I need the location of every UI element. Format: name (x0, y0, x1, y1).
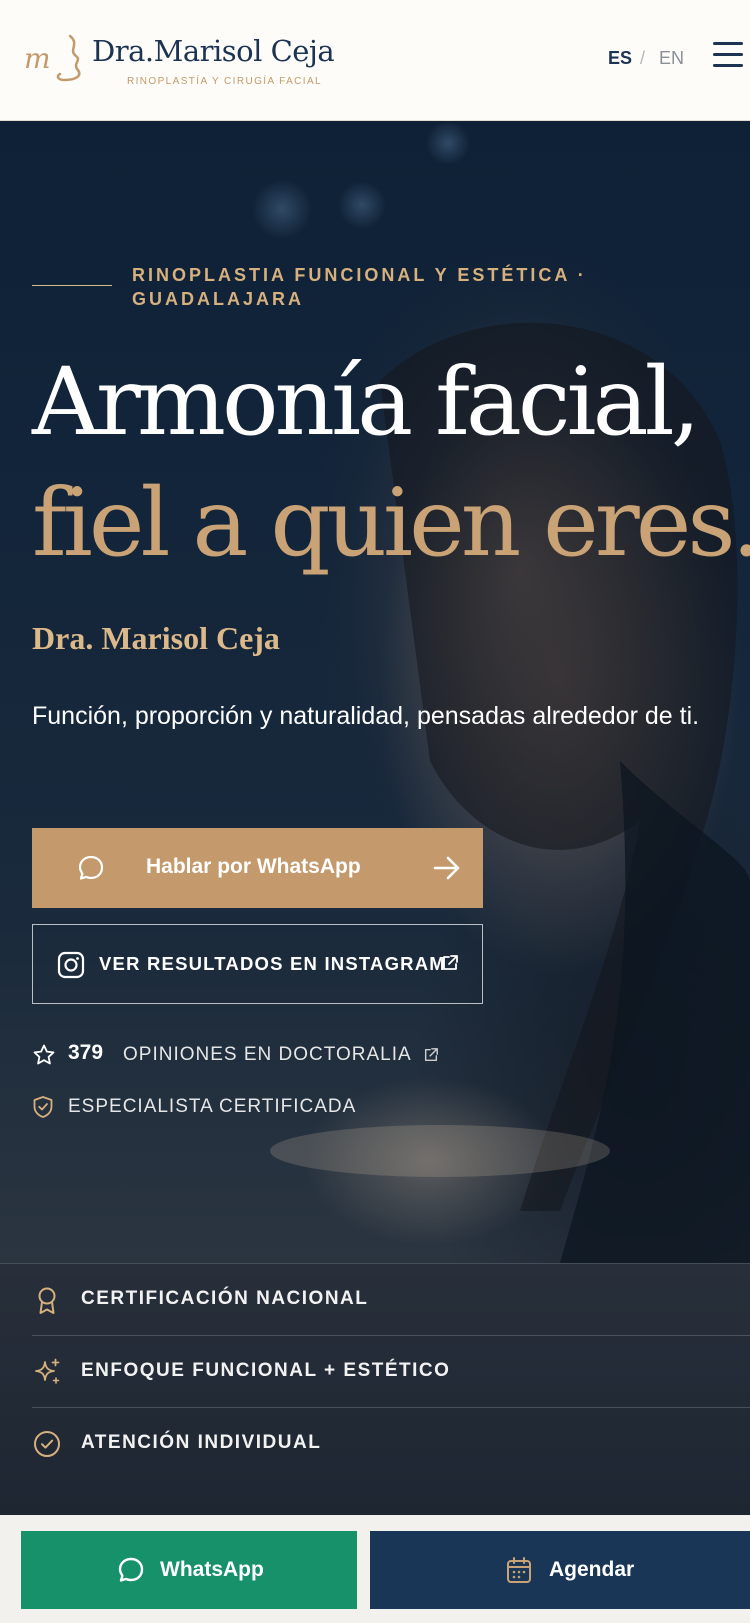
bottom-action-bar: WhatsApp Agendar (0, 1515, 750, 1623)
lang-separator: / (640, 48, 646, 68)
whatsapp-cta-label: Hablar por WhatsApp (146, 855, 361, 878)
feature-label: ENFOQUE FUNCIONAL + ESTÉTICO (81, 1360, 451, 1381)
eyebrow-divider (32, 285, 112, 286)
award-ribbon-icon (38, 1287, 56, 1314)
hero-headline-line2: fiel a quien eres. (32, 469, 750, 578)
whatsapp-button[interactable]: WhatsApp (21, 1531, 357, 1609)
instagram-icon (57, 951, 85, 979)
instagram-results-label: VER RESULTADOS EN INSTAGRAM (99, 953, 446, 974)
check-circle-icon (34, 1431, 60, 1457)
arrow-right-icon (433, 856, 460, 880)
feature-item-certification: CERTIFICACIÓN NACIONAL (32, 1264, 750, 1336)
hero-headline-line1: Armonía facial, (32, 348, 701, 457)
hero-section: RINOPLASTIA FUNCIONAL Y ESTÉTICA · GUADA… (0, 121, 750, 1263)
schedule-button[interactable]: Agendar (370, 1531, 750, 1609)
hero-eyebrow: RINOPLASTIA FUNCIONAL Y ESTÉTICA · GUADA… (132, 265, 587, 309)
reviews-label: OPINIONES EN DOCTORALIA (123, 1044, 412, 1065)
schedule-button-label: Agendar (549, 1558, 635, 1581)
certified-specialist-label: ESPECIALISTA CERTIFICADA (68, 1096, 357, 1117)
logo-name[interactable]: Dra.Marisol Ceja (92, 34, 335, 68)
instagram-results-button[interactable]: VER RESULTADOS EN INSTAGRAM (32, 924, 483, 1004)
external-link-icon (424, 1048, 438, 1062)
hamburger-menu-icon[interactable] (713, 42, 743, 68)
logo-face-icon[interactable]: m (24, 30, 88, 90)
chat-bubble-icon (78, 855, 104, 880)
reviews-count: 379 (68, 1041, 104, 1064)
site-header: m Dra.Marisol Ceja RINOPLASTÍA Y CIRUGÍA… (0, 0, 750, 121)
logo-tagline: RINOPLASTÍA Y CIRUGÍA FACIAL (127, 76, 322, 87)
shield-check-icon (33, 1096, 53, 1118)
external-link-icon (443, 955, 458, 970)
feature-item-approach: ENFOQUE FUNCIONAL + ESTÉTICO (32, 1336, 750, 1408)
doctoralia-reviews-link[interactable]: 379 OPINIONES EN DOCTORALIA (32, 1039, 492, 1069)
feature-item-attention: ATENCIÓN INDIVIDUAL (32, 1408, 750, 1480)
doctor-name: Dra. Marisol Ceja (32, 620, 280, 656)
chat-bubble-icon (118, 1557, 144, 1582)
svg-text:m: m (24, 42, 51, 75)
feature-label: CERTIFICACIÓN NACIONAL (81, 1288, 369, 1309)
calendar-icon (507, 1557, 531, 1583)
lang-en-link[interactable]: EN (659, 48, 684, 69)
features-list: CERTIFICACIÓN NACIONAL ENFOQUE FUNCIONAL… (0, 1263, 750, 1515)
lang-es-link[interactable]: ES (608, 48, 632, 69)
hero-tagline: Función, proporción y naturalidad, pensa… (32, 702, 700, 730)
whatsapp-button-label: WhatsApp (160, 1558, 264, 1581)
star-icon (33, 1044, 55, 1065)
feature-label: ATENCIÓN INDIVIDUAL (81, 1432, 322, 1453)
whatsapp-cta-button[interactable]: Hablar por WhatsApp (32, 828, 483, 908)
sparkles-icon (35, 1358, 60, 1384)
certified-specialist-badge: ESPECIALISTA CERTIFICADA (32, 1093, 392, 1123)
